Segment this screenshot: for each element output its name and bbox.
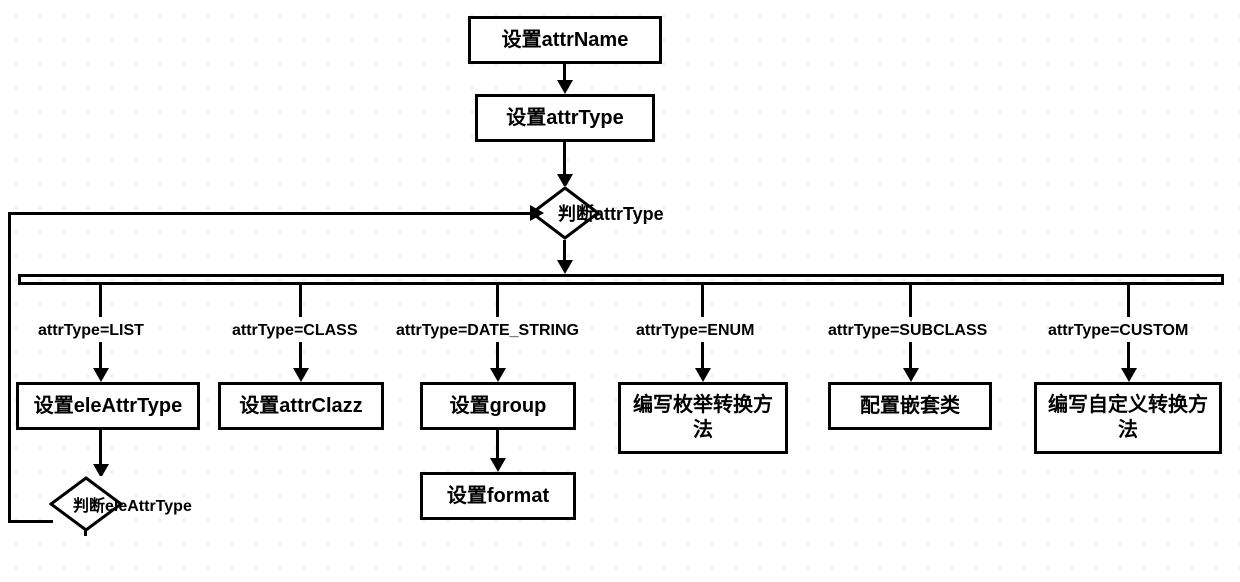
action-label: 设置group xyxy=(450,394,547,419)
branch-bus-bottom xyxy=(18,282,1224,285)
cond-datestring: attrType=DATE_STRING xyxy=(396,322,579,340)
connector xyxy=(496,342,499,370)
connector xyxy=(563,142,566,176)
action-label: 编写枚举转换方法 xyxy=(631,393,775,443)
cond-class: attrType=CLASS xyxy=(232,322,358,340)
arrowhead xyxy=(557,80,573,94)
arrowhead xyxy=(557,260,573,274)
cond-list: attrType=LIST xyxy=(38,322,144,340)
action-label: 配置嵌套类 xyxy=(860,394,960,419)
action-set-attrclazz: 设置attrClazz xyxy=(218,382,384,430)
arrowhead xyxy=(490,368,506,382)
cond-subclass: attrType=SUBCLASS xyxy=(828,322,987,340)
connector xyxy=(299,342,302,370)
connector xyxy=(1127,342,1130,370)
bus-cap xyxy=(18,274,21,285)
arrowhead xyxy=(1121,368,1137,382)
connector xyxy=(8,520,53,523)
connector xyxy=(909,342,912,370)
arrowhead xyxy=(490,458,506,472)
connector xyxy=(299,285,302,317)
action-label: 设置attrClazz xyxy=(239,394,362,419)
arrowhead xyxy=(293,368,309,382)
action-enum: 编写枚举转换方法 xyxy=(618,382,788,454)
step-label: 设置attrType xyxy=(506,106,623,131)
branch-bus-top xyxy=(18,274,1224,277)
action-set-group: 设置group xyxy=(420,382,576,430)
action-label: 编写自定义转换方法 xyxy=(1047,393,1209,443)
action-label: 设置format xyxy=(447,484,549,509)
action-set-format: 设置format xyxy=(420,472,576,520)
connector xyxy=(496,430,499,460)
connector xyxy=(563,240,566,262)
action-label: 设置eleAttrType xyxy=(34,394,183,419)
decision-label: 判断eleAttrType xyxy=(73,492,192,516)
connector xyxy=(496,285,499,317)
connector xyxy=(909,285,912,317)
connector xyxy=(99,285,102,317)
step-label: 设置attrName xyxy=(502,28,629,53)
arrowhead xyxy=(903,368,919,382)
connector xyxy=(99,430,102,466)
action-subclass: 配置嵌套类 xyxy=(828,382,992,430)
connector xyxy=(84,530,87,536)
action-set-eleattrtype: 设置eleAttrType xyxy=(16,382,200,430)
connector xyxy=(99,342,102,370)
connector xyxy=(701,342,704,370)
arrowhead xyxy=(695,368,711,382)
connector xyxy=(1127,285,1130,317)
arrowhead xyxy=(530,205,544,221)
connector xyxy=(701,285,704,317)
step-set-attrname: 设置attrName xyxy=(468,16,662,64)
arrowhead xyxy=(93,368,109,382)
connector xyxy=(8,212,11,522)
step-set-attrtype: 设置attrType xyxy=(475,94,655,142)
cond-custom: attrType=CUSTOM xyxy=(1048,322,1188,340)
decision-label: 判断attrType xyxy=(558,200,664,226)
connector xyxy=(8,212,532,215)
bus-cap xyxy=(1221,274,1224,285)
cond-enum: attrType=ENUM xyxy=(636,322,754,340)
action-custom: 编写自定义转换方法 xyxy=(1034,382,1222,454)
